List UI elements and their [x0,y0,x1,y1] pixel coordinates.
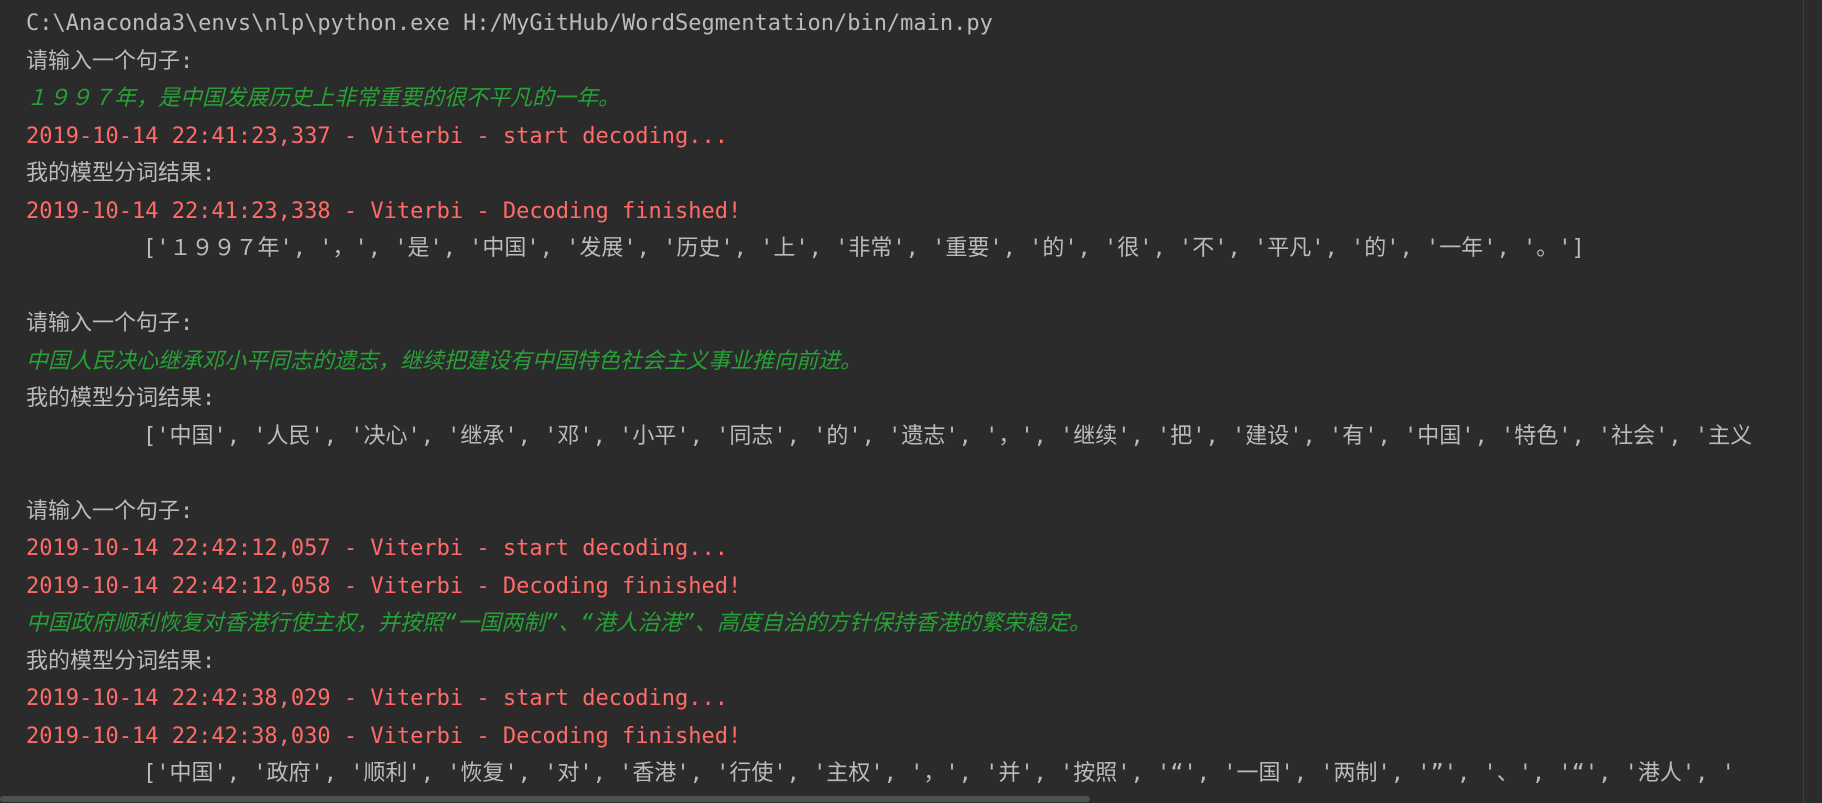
console-line-log: 2019-10-14 22:42:38,029 - Viterbi - star… [26,686,728,711]
console-line-result: ['中国', '政府', '顺利', '恢复', '对', '香港', '行使'… [143,761,1735,786]
console-line-log: 2019-10-14 22:42:12,057 - Viterbi - star… [26,536,728,561]
console-output: C:\Anaconda3\envs\nlp\python.exe H:/MyGi… [26,5,1792,793]
console-line-result: ['１９９７年', '，', '是', '中国', '发展', '历史', '上… [143,236,1585,261]
console-line-result-label: 我的模型分词结果: [26,648,216,674]
console-line-log: 2019-10-14 22:42:12,058 - Viterbi - Deco… [26,573,742,599]
horizontal-scrollbar[interactable] [0,795,1803,803]
console-line-prompt: 请输入一个句子: [26,498,194,524]
console-line-result-label: 我的模型分词结果: [26,161,216,186]
console-line-log: 2019-10-14 22:41:23,338 - Viterbi - Deco… [26,198,742,224]
console-line-result: ['中国', '人民', '决心', '继承', '邓', '小平', '同志'… [143,423,1753,449]
horizontal-scrollbar-thumb[interactable] [0,796,1090,802]
console-line-command: C:\Anaconda3\envs\nlp\python.exe H:/MyGi… [26,11,993,36]
console-line-prompt: 请输入一个句子: [26,48,194,74]
console-line-user-input: 中国政府顺利恢复对香港行使主权，并按照“一国两制”、“港人治港”、高度自治的方针… [26,611,1091,636]
console-line-prompt: 请输入一个句子: [26,311,194,336]
console-line-user-input: １９９７年，是中国发展历史上非常重要的很不平凡的一年。 [26,86,621,111]
run-console[interactable]: C:\Anaconda3\envs\nlp\python.exe H:/MyGi… [0,0,1822,803]
vertical-scrollbar[interactable] [1803,0,1822,803]
console-line-log: 2019-10-14 22:41:23,337 - Viterbi - star… [26,123,728,149]
console-line-log: 2019-10-14 22:42:38,030 - Viterbi - Deco… [26,723,742,749]
console-line-user-input: 中国人民决心继承邓小平同志的遗志，继续把建设有中国特色社会主义事业推向前进。 [26,348,863,374]
console-line-result-label: 我的模型分词结果: [26,386,216,411]
